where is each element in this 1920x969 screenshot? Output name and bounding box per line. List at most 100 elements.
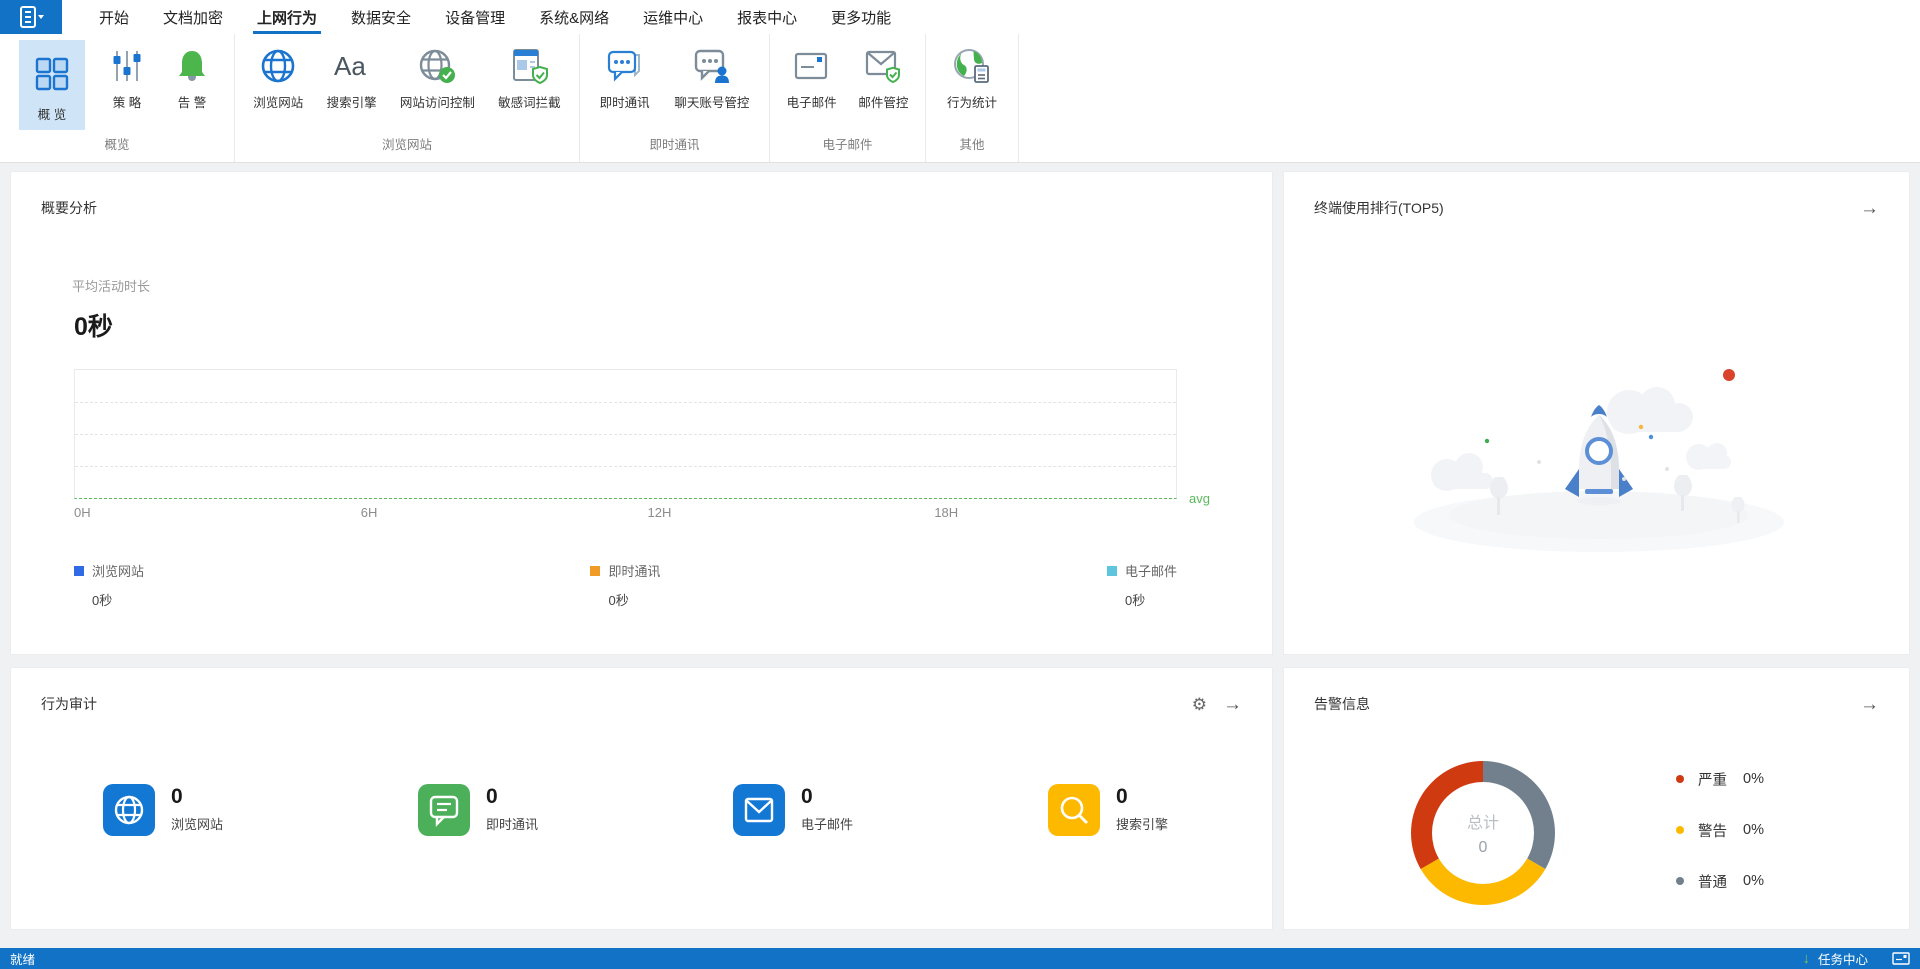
- ribbon-button-label: 概 览: [37, 108, 67, 122]
- stat-value: 0: [801, 785, 813, 808]
- legend-value: 0秒: [1124, 593, 1146, 608]
- panel-title: 概要分析: [41, 200, 97, 216]
- ribbon-button-label: 搜索引擎: [326, 96, 377, 110]
- ribbon-group-label: 浏览网站: [381, 138, 432, 153]
- menu-item-ops-center[interactable]: 运维中心: [626, 0, 720, 34]
- alert-pct: 0%: [1743, 771, 1764, 787]
- donut-center-label: 总计 0: [1408, 758, 1558, 908]
- ribbon-button-search-engine[interactable]: Aa 搜索引擎: [322, 40, 382, 115]
- alert-legend: 严重 0% 警告 0% 普通 0%: [1676, 769, 1764, 922]
- chat-account-control-icon: [692, 44, 732, 88]
- ribbon-group-overview: 概 览 策 略 告 警 概览: [0, 34, 235, 162]
- task-center-button[interactable]: 任务中心: [1818, 949, 1868, 968]
- ribbon-toolbar: 概 览 策 略 告 警 概览 浏览网站 Aa 搜索引擎 网站访问控制 敏感词拦截…: [0, 34, 1920, 163]
- search-aa-icon: Aa: [332, 44, 372, 88]
- ribbon-button-alarm[interactable]: 告 警: [169, 40, 215, 115]
- legend-item-browse: 浏览网站 0秒: [74, 561, 144, 609]
- menu-item-web-behavior[interactable]: 上网行为: [240, 0, 334, 34]
- ribbon-group-label: 概览: [104, 138, 130, 153]
- alert-label: 警告: [1698, 823, 1727, 840]
- panel-title: 行为审计: [41, 696, 97, 712]
- ribbon-button-label: 浏览网站: [253, 96, 304, 110]
- menu-item-data-security[interactable]: 数据安全: [334, 0, 428, 34]
- menu-item-device-mgmt[interactable]: 设备管理: [428, 0, 522, 34]
- legend-swatch-icon: [590, 565, 601, 576]
- ribbon-group-other: 行为统计 其他: [926, 34, 1019, 162]
- gear-icon[interactable]: ⚙: [1192, 696, 1207, 713]
- instant-message-icon: [605, 44, 645, 88]
- menu-item-system-network[interactable]: 系统&网络: [522, 0, 626, 34]
- ribbon-button-browse-site[interactable]: 浏览网站: [248, 40, 308, 115]
- audit-stats: 0 浏览网站 0 即时通讯 0 电子邮件 0 搜索引擎: [11, 784, 1272, 836]
- menu-item-start[interactable]: 开始: [82, 0, 146, 34]
- alert-legend-warning: 警告 0%: [1676, 820, 1764, 840]
- x-tick: 0H: [74, 505, 91, 520]
- avg-activity-value: 0秒: [74, 313, 113, 341]
- donut-total-label: 总计: [1466, 815, 1499, 832]
- panel-alert-info: 告警信息 → 总计 0 严重 0% 警告 0% 普通 0%: [1283, 667, 1910, 930]
- stat-value: 0: [486, 785, 498, 808]
- legend-dot-icon: [1676, 877, 1684, 885]
- ribbon-button-policy[interactable]: 策 略: [104, 40, 150, 115]
- arrow-right-icon[interactable]: →: [1860, 695, 1879, 714]
- ribbon-group-email: 电子邮件 邮件管控 电子邮件: [770, 34, 926, 162]
- chat-stat-icon: [418, 784, 470, 836]
- policy-sliders-icon: [109, 44, 145, 88]
- alert-pct: 0%: [1743, 822, 1764, 838]
- ribbon-group-label: 电子邮件: [822, 138, 873, 153]
- ribbon-button-label: 告 警: [177, 96, 207, 110]
- ribbon-button-instant-message[interactable]: 即时通讯: [595, 40, 655, 115]
- panel-terminal-top5: 终端使用排行(TOP5) →: [1283, 171, 1910, 655]
- stat-instant-message: 0 即时通讯: [418, 784, 733, 836]
- legend-swatch-icon: [74, 565, 84, 576]
- stat-label: 即时通讯: [486, 817, 539, 832]
- legend-label: 即时通讯: [608, 564, 661, 579]
- chart-plot-area: avg: [74, 369, 1210, 506]
- app-menu-button[interactable]: [0, 0, 62, 34]
- avg-activity-label: 平均活动时长: [72, 279, 151, 294]
- site-access-control-icon: [417, 44, 457, 88]
- empty-state-illustration: [1399, 357, 1799, 562]
- ribbon-button-label: 邮件管控: [858, 96, 909, 110]
- menu-item-report-center[interactable]: 报表中心: [720, 0, 814, 34]
- sun-dot-icon: [1723, 369, 1735, 381]
- ribbon-group-label: 其他: [959, 138, 985, 153]
- stat-value: 0: [171, 785, 183, 808]
- message-envelope-icon[interactable]: [1892, 952, 1910, 965]
- x-axis-ticks: 0H 6H 12H 18H: [74, 505, 1177, 525]
- x-tick: 12H: [647, 505, 672, 520]
- mail-stat-icon: [733, 784, 785, 836]
- ribbon-button-sensitive-word-block[interactable]: 敏感词拦截: [493, 40, 566, 115]
- app-menu-icon: [20, 6, 44, 28]
- ribbon-button-site-access-control[interactable]: 网站访问控制: [395, 40, 480, 115]
- mail-control-icon: [863, 44, 903, 88]
- ribbon-empty-space: [1019, 34, 1920, 162]
- stat-label: 搜索引擎: [1116, 817, 1169, 832]
- ribbon-button-chat-account-control[interactable]: 聊天账号管控: [669, 40, 754, 115]
- stat-label: 浏览网站: [171, 817, 224, 832]
- arrow-right-icon[interactable]: →: [1860, 199, 1879, 218]
- ribbon-group-im: 即时通讯 聊天账号管控 即时通讯: [580, 34, 770, 162]
- menu-item-doc-encrypt[interactable]: 文档加密: [146, 0, 240, 34]
- download-arrow-icon: ↓: [1802, 950, 1810, 967]
- x-tick: 18H: [934, 505, 959, 520]
- menu-item-more[interactable]: 更多功能: [814, 0, 908, 34]
- stat-email: 0 电子邮件: [733, 784, 1048, 836]
- ribbon-button-behavior-stats[interactable]: 行为统计: [942, 40, 1002, 115]
- legend-item-im: 即时通讯 0秒: [590, 561, 661, 609]
- alert-legend-normal: 普通 0%: [1676, 871, 1764, 891]
- ribbon-button-label: 网站访问控制: [399, 96, 475, 110]
- ribbon-button-overview[interactable]: 概 览: [19, 40, 85, 130]
- ribbon-button-mail-control[interactable]: 邮件管控: [853, 40, 913, 115]
- email-icon: [792, 44, 832, 88]
- overview-grid-icon: [34, 52, 70, 96]
- panel-title: 终端使用排行(TOP5): [1314, 200, 1444, 216]
- arrow-right-icon[interactable]: →: [1223, 695, 1242, 714]
- sensitive-word-block-icon: [509, 44, 549, 88]
- legend-value: 0秒: [92, 593, 113, 608]
- status-ready-text: 就绪: [10, 953, 36, 967]
- ribbon-button-label: 电子邮件: [786, 96, 837, 110]
- stat-browse-site: 0 浏览网站: [103, 784, 418, 836]
- ribbon-button-email[interactable]: 电子邮件: [782, 40, 842, 115]
- donut-total-value: 0: [1478, 839, 1488, 856]
